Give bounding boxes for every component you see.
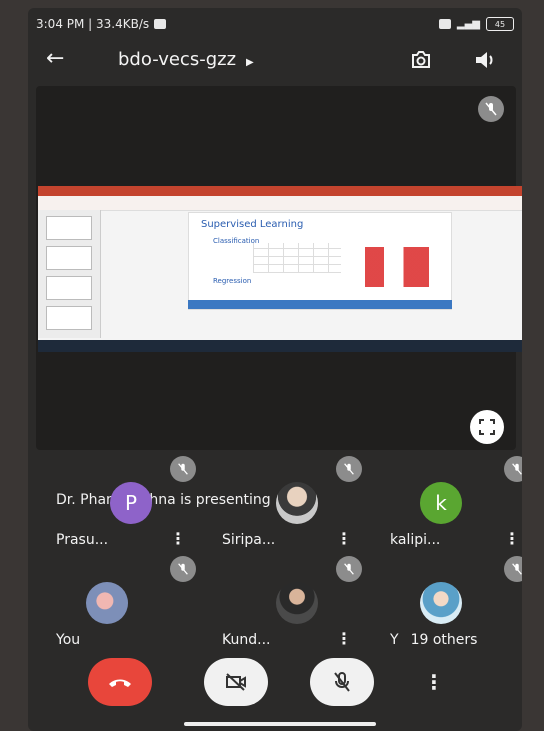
signal-icon: ▂▄▆ xyxy=(456,18,480,30)
more-vertical-icon: ⋮ xyxy=(424,670,444,694)
camera-toggle-button[interactable] xyxy=(204,658,268,706)
fullscreen-icon xyxy=(479,419,495,435)
participant-name: Kund... xyxy=(222,632,271,648)
message-icon xyxy=(154,19,167,29)
slide-thumbnail xyxy=(46,246,92,270)
mic-off-icon xyxy=(504,556,522,582)
end-call-icon xyxy=(109,679,131,687)
more-options-button[interactable]: ⋮ xyxy=(410,658,458,706)
end-call-button[interactable] xyxy=(88,658,152,706)
call-controls: ⋮ xyxy=(28,658,522,714)
participant-tile[interactable]: P Prasu... ⋮ xyxy=(56,456,206,548)
home-indicator[interactable] xyxy=(184,722,376,726)
os-taskbar xyxy=(38,340,522,352)
avatar xyxy=(420,582,462,624)
mic-off-icon xyxy=(336,456,362,482)
slide-footer-band xyxy=(188,300,452,309)
presentation-stage: Supervised Learning Classification Regre… xyxy=(36,86,522,508)
status-bar: 3:04 PM | 33.4KB/s ▂▄▆ 45 xyxy=(36,12,514,36)
slide-thumbnail xyxy=(46,276,92,300)
hd-icon xyxy=(438,19,451,29)
mic-off-icon xyxy=(170,556,196,582)
avatar: P xyxy=(110,482,152,524)
slide-thumbnail xyxy=(46,216,92,240)
participant-tile[interactable]: Siripa... ⋮ xyxy=(222,456,372,548)
mic-off-icon xyxy=(504,456,522,482)
slide-bullet: Regression xyxy=(213,277,252,285)
chevron-right-icon: ▶ xyxy=(246,57,254,68)
fullscreen-button[interactable] xyxy=(470,410,504,444)
slide-canvas: Supervised Learning Classification Regre… xyxy=(188,212,452,310)
status-time: 3:04 PM | 33.4KB/s xyxy=(36,17,150,31)
others-count: Y 19 others xyxy=(390,632,478,648)
participant-tile[interactable]: Kund... ⋮ xyxy=(222,556,372,648)
mic-off-icon xyxy=(336,556,362,582)
participant-name: kalipi... xyxy=(390,532,441,548)
avatar: k xyxy=(420,482,462,524)
shared-screen: Supervised Learning Classification Regre… xyxy=(38,186,522,352)
participant-name: Prasu... xyxy=(56,532,109,548)
participant-tile[interactable]: You xyxy=(56,556,206,648)
app-ribbon xyxy=(38,186,522,196)
mic-off-icon xyxy=(170,456,196,482)
battery-icon: 45 xyxy=(486,17,514,31)
more-options-icon[interactable]: ⋮ xyxy=(170,529,186,548)
mic-off-icon xyxy=(334,672,350,692)
presenter-mute-indicator xyxy=(478,96,504,122)
meeting-code[interactable]: bdo-vecs-gzz ▶ xyxy=(118,49,254,70)
app-toolbar xyxy=(38,196,522,211)
slide-title: Supervised Learning xyxy=(201,219,304,230)
camera-off-icon xyxy=(226,673,246,691)
avatar xyxy=(276,482,318,524)
avatar xyxy=(276,582,318,624)
mic-off-icon xyxy=(478,96,504,122)
slide-figure xyxy=(365,247,429,287)
speaker-icon[interactable] xyxy=(472,47,498,73)
slide-table xyxy=(253,243,341,273)
participant-name: You xyxy=(56,632,81,648)
more-options-icon[interactable]: ⋮ xyxy=(504,529,520,548)
meeting-header: ← bdo-vecs-gzz ▶ xyxy=(28,40,522,80)
more-options-icon[interactable]: ⋮ xyxy=(336,529,352,548)
slide-thumbnail xyxy=(46,306,92,330)
more-options-icon[interactable]: ⋮ xyxy=(336,629,352,648)
phone-screen: 3:04 PM | 33.4KB/s ▂▄▆ 45 ← bdo-vecs-gzz… xyxy=(28,8,522,731)
participant-name: Siripa... xyxy=(222,532,276,548)
slide-thumbnails xyxy=(38,210,101,338)
switch-camera-icon[interactable] xyxy=(408,47,434,73)
microphone-toggle-button[interactable] xyxy=(310,658,374,706)
others-tile[interactable]: Y 19 others xyxy=(390,556,522,648)
participant-tile[interactable]: k kalipi... ⋮ xyxy=(390,456,522,548)
back-arrow-icon[interactable]: ← xyxy=(46,46,64,71)
avatar xyxy=(86,582,128,624)
